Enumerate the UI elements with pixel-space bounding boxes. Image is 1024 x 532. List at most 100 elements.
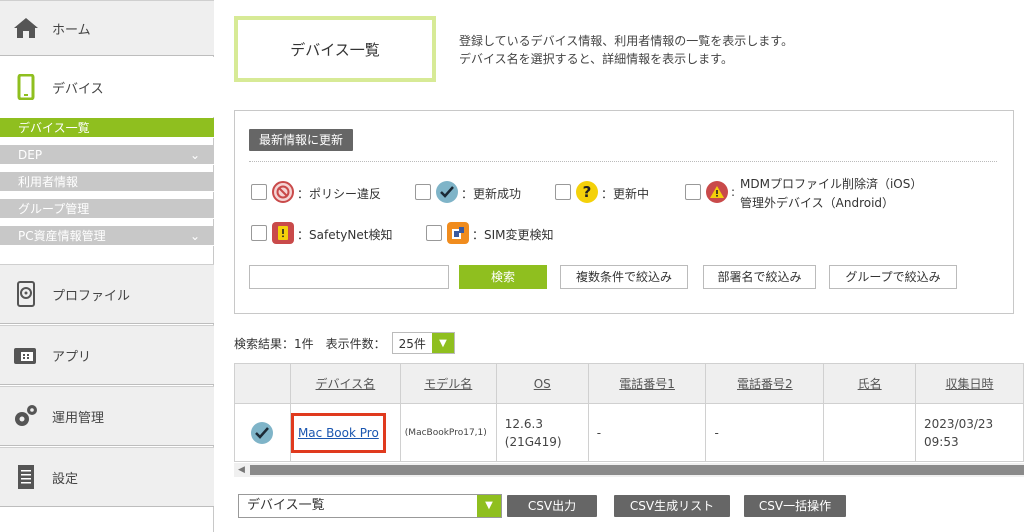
chevron-down-icon: ⌄ [189,229,200,243]
nav-devices[interactable]: デバイス [0,57,214,117]
subnav-dep[interactable]: DEP ⌄ [0,145,214,165]
mdm-removed-label: MDMプロファイル削除済（iOS） [740,177,923,191]
divider [249,161,997,162]
device-name-link[interactable]: Mac Book Pro [298,426,379,440]
prohibited-icon [272,181,294,203]
results-info: 検索結果：1件 表示件数： 25件 ▼ [234,332,455,354]
nav-apps-label: アプリ [52,349,92,365]
warning-icon [706,181,728,203]
nav-profile[interactable]: プロファイル [0,264,214,324]
nav-devices-label: デバイス [52,81,104,97]
policy-label: ：ポリシー違反 [297,187,382,201]
nav-home-label: ホーム [52,22,91,38]
horizontal-scrollbar[interactable]: ◀ [234,463,1024,477]
department-filter-button[interactable]: 部署名で絞込み [703,265,816,289]
scrollbar-thumb[interactable] [250,465,1024,475]
success-label: ：更新成功 [461,187,522,201]
nav-apps[interactable]: アプリ [0,325,214,385]
page-description-line1: 登録しているデバイス情報、利用者情報の一覧を表示します。 [459,34,794,48]
search-button[interactable]: 検索 [459,265,547,289]
group-filter-button[interactable]: グループで絞込み [829,265,957,289]
collected-date: 2023/03/23 [924,416,994,431]
per-page-label: 表示件数： [325,336,386,351]
subnav-users[interactable]: 利用者情報 [0,172,214,192]
col-model[interactable]: モデル名 [399,363,497,404]
table-header-row: デバイス名 モデル名 OS 電話番号1 電話番号2 氏名 収集日時 [234,363,1024,404]
devices-table: デバイス名 モデル名 OS 電話番号1 電話番号2 氏名 収集日時 Mac Bo… [234,363,1024,462]
page-title: デバイス一覧 [290,40,380,59]
policy-checkbox[interactable] [251,184,267,200]
collected-time: 09:53 [924,434,959,449]
scroll-left-icon[interactable]: ◀ [238,463,245,477]
col-phone1[interactable]: 電話番号1 [587,363,707,404]
csv-generated-list-button[interactable]: CSV生成リスト [614,495,730,517]
chevron-down-icon: ▼ [477,495,501,517]
safetynet-checkbox[interactable] [251,225,267,241]
per-page-value: 25件 [398,336,426,351]
export-type-value: デバイス一覧 [247,498,325,513]
csv-export-button[interactable]: CSV出力 [507,495,597,517]
success-checkbox[interactable] [415,184,431,200]
multi-condition-filter-button[interactable]: 複数条件で絞込み [560,265,688,289]
chevron-down-icon: ▼ [431,333,454,353]
page-title-box: デバイス一覧 [234,16,436,82]
checkmark-icon [251,421,274,444]
updating-label: ：更新中 [601,187,650,201]
nav-operations-label: 運用管理 [52,410,105,426]
col-collected-at[interactable]: 収集日時 [915,363,1024,404]
mdm-removed-checkbox[interactable] [685,184,701,200]
highlight-box: Mac Book Pro [290,412,386,453]
status-cell [234,403,291,462]
chevron-down-icon: ⌄ [189,148,200,162]
model-cell: (MacBookPro17,1) [399,403,497,462]
sim-checkbox[interactable] [426,225,442,241]
subnav-pc-assets[interactable]: PC資産情報管理 ⌄ [0,226,214,246]
os-build: (21G419) [504,434,562,449]
subnav-label: 利用者情報 [18,175,79,189]
updating-checkbox[interactable] [555,184,571,200]
subnav-device-list[interactable]: デバイス一覧 [0,118,214,138]
subnav-label: DEP [18,148,43,162]
col-status [234,363,291,404]
export-type-select[interactable]: デバイス一覧 ▼ [238,494,502,518]
col-device-name[interactable]: デバイス名 [289,363,401,404]
os-cell: 12.6.3 (21G419) [495,403,589,462]
results-count: 検索結果：1件 [234,336,314,351]
col-phone2[interactable]: 電話番号2 [705,363,825,404]
alert-device-icon [272,222,294,244]
nav-profile-label: プロファイル [52,288,131,304]
collected-at-cell: 2023/03/23 09:53 [915,403,1024,462]
filter-panel: 最新情報に更新 ：ポリシー違反 ：更新成功 ? ：更新中 : MDMプロファイル… [234,110,1014,314]
search-input[interactable] [249,265,449,289]
col-os[interactable]: OS [495,363,589,404]
checkmark-icon [436,181,458,203]
nav-settings[interactable]: 設定 [0,447,214,507]
sim-card-icon [447,222,469,244]
profile-device-icon [0,281,52,307]
nav-settings-label: 設定 [52,471,79,487]
col-name[interactable]: 氏名 [823,363,917,404]
nav-operations[interactable]: 運用管理 [0,386,214,446]
subnav-label: PC資産情報管理 [18,229,106,243]
sim-label: ：SIM変更検知 [472,228,554,242]
page-description: 登録しているデバイス情報、利用者情報の一覧を表示します。 デバイス名を選択すると… [459,32,793,68]
subnav-groups[interactable]: グループ管理 [0,199,214,219]
csv-bulk-operation-button[interactable]: CSV一括操作 [744,495,846,517]
question-icon: ? [576,181,598,203]
gear-icon [0,403,52,429]
phone1-cell: - [587,403,707,462]
subnav-label: グループ管理 [18,202,90,216]
colon-text: : [731,185,736,199]
table-row: Mac Book Pro (MacBookPro17,1) 12.6.3 (21… [234,403,1024,462]
phone2-cell: - [705,403,825,462]
smartphone-icon [0,74,52,100]
per-page-select[interactable]: 25件 ▼ [391,332,455,354]
page-description-line2: デバイス名を選択すると、詳細情報を表示します。 [459,52,733,66]
refresh-button[interactable]: 最新情報に更新 [249,129,354,151]
nav-home[interactable]: ホーム [0,0,214,56]
home-icon [0,16,52,40]
subnav-label: デバイス一覧 [18,121,90,135]
device-name-cell: Mac Book Pro [289,403,401,462]
person-cell [823,403,917,462]
sidebar: ホーム デバイス デバイス一覧 DEP ⌄ 利用者情報 グループ管理 PC資産情報… [0,0,214,532]
